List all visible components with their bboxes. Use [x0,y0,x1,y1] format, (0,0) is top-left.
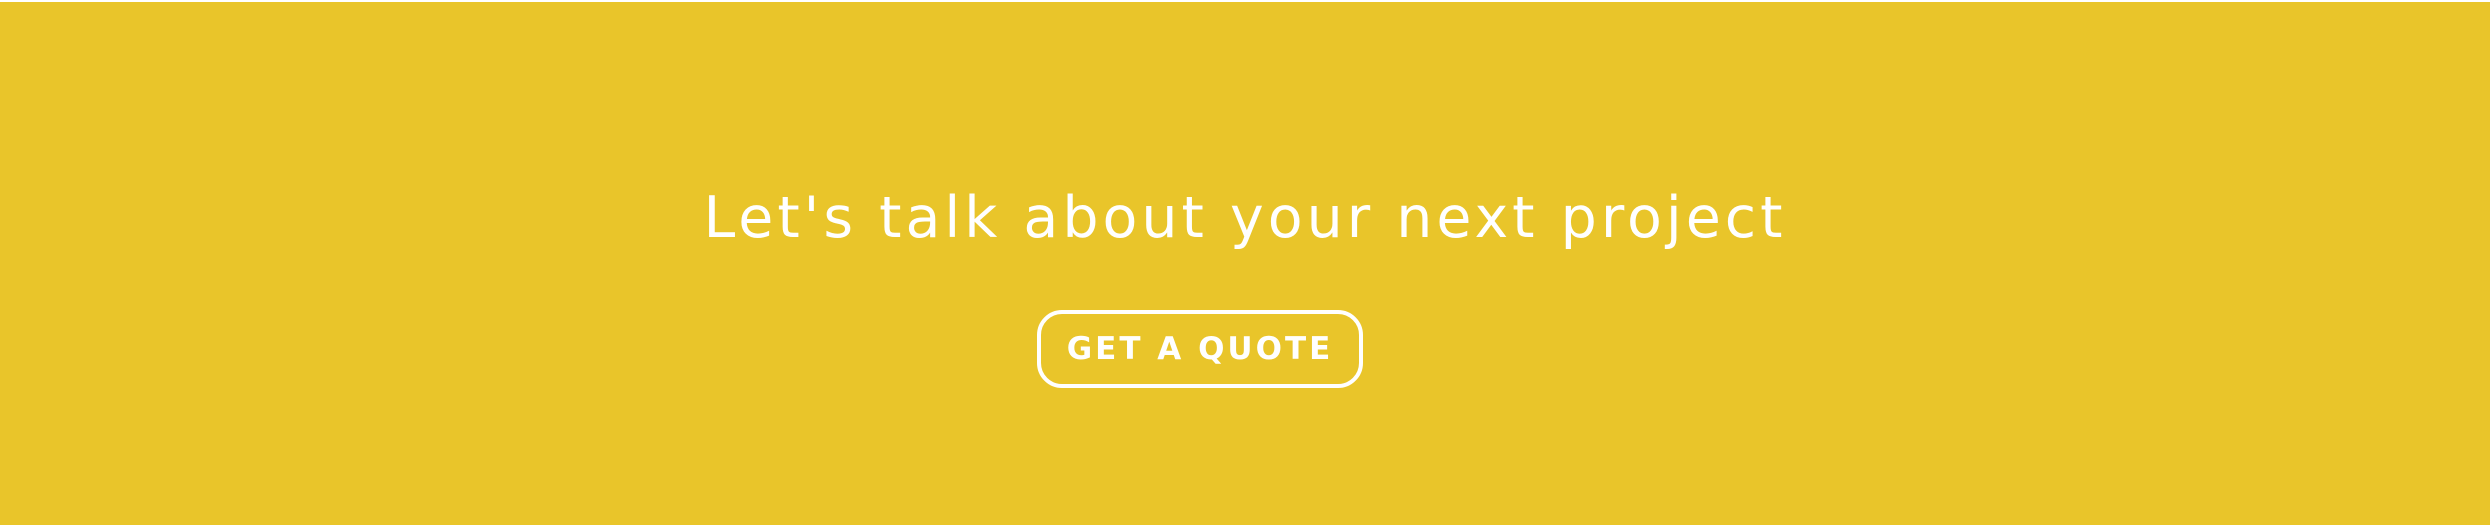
cta-banner: Let's talk about your next project GET A… [0,2,2490,525]
banner-headline: Let's talk about your next project [703,185,1787,251]
get-a-quote-button[interactable]: GET A QUOTE [1037,310,1363,388]
